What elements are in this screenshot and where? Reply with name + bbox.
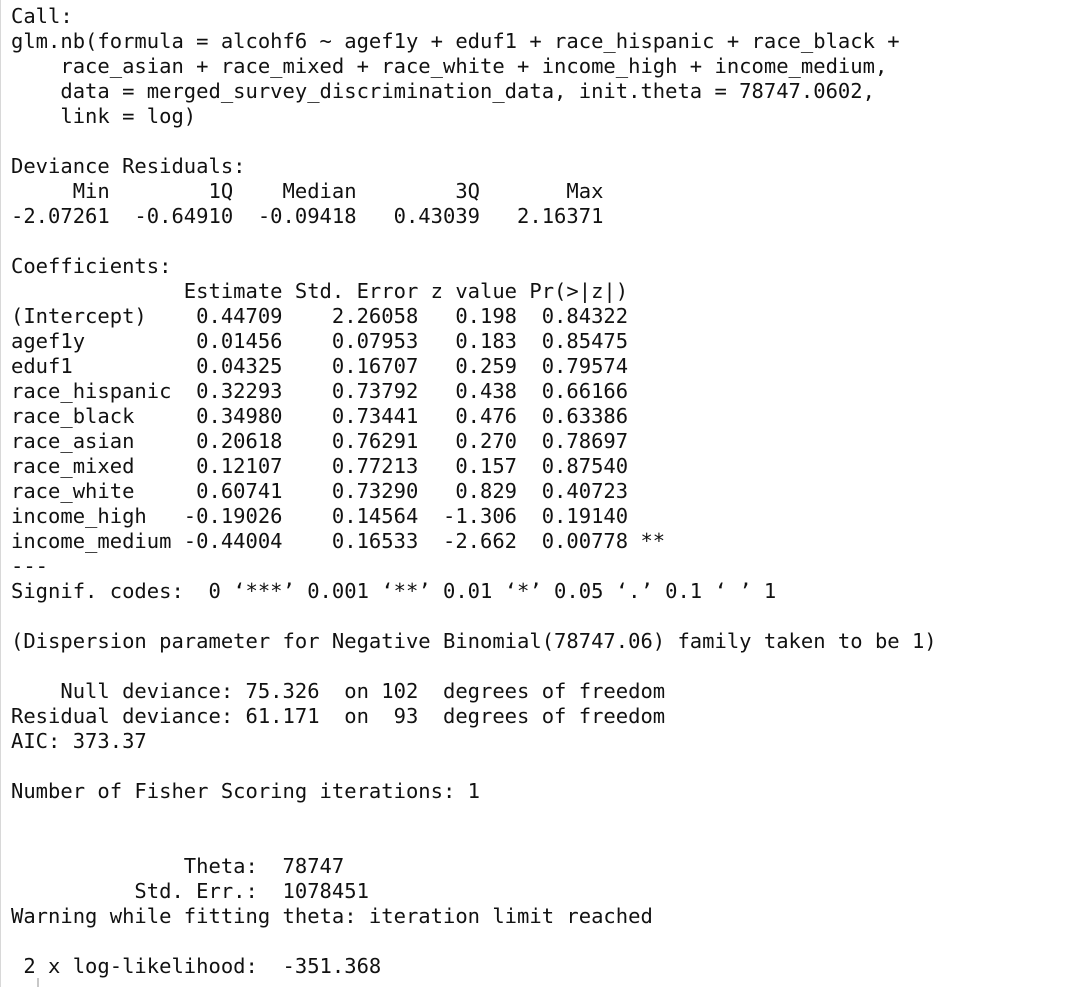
console-line: income_medium -0.44004 0.16533 -2.662 0.… — [11, 529, 666, 553]
console-line: (Dispersion parameter for Negative Binom… — [11, 629, 937, 653]
console-line: agef1y 0.01456 0.07953 0.183 0.85475 — [11, 329, 666, 353]
console-line: data = merged_survey_discrimination_data… — [11, 79, 888, 103]
console-line: race_white 0.60741 0.73290 0.829 0.40723 — [11, 479, 666, 503]
console-line: Call: — [11, 4, 73, 28]
console-line: 2 x log-likelihood: -351.368 — [11, 954, 394, 978]
console-line: Warning while fitting theta: iteration l… — [11, 904, 666, 928]
console-line: Residual deviance: 61.171 on 93 degrees … — [11, 704, 666, 728]
console-line: glm.nb(formula = alcohf6 ~ agef1y + eduf… — [11, 29, 912, 53]
console-line: AIC: 373.37 — [11, 729, 147, 753]
console-line: Coefficients: — [11, 254, 172, 278]
console-line: --- — [11, 554, 49, 578]
console-line: -2.07261 -0.64910 -0.09418 0.43039 2.163… — [11, 204, 629, 228]
console-text: Call: glm.nb(formula = alcohf6 ~ agef1y +… — [11, 4, 937, 979]
console-line: race_black 0.34980 0.73441 0.476 0.63386 — [11, 404, 666, 428]
r-console-output[interactable]: Call: glm.nb(formula = alcohf6 ~ agef1y +… — [0, 0, 1066, 987]
console-line: race_asian 0.20618 0.76291 0.270 0.78697 — [11, 429, 666, 453]
console-line: link = log) — [11, 104, 197, 128]
console-line: race_asian + race_mixed + race_white + i… — [11, 54, 900, 78]
console-line: race_mixed 0.12107 0.77213 0.157 0.87540 — [11, 454, 666, 478]
console-line: Number of Fisher Scoring iterations: 1 — [11, 779, 480, 803]
console-line: Std. Err.: 1078451 — [11, 879, 382, 903]
console-line: income_high -0.19026 0.14564 -1.306 0.19… — [11, 504, 666, 528]
console-line: eduf1 0.04325 0.16707 0.259 0.79574 — [11, 354, 666, 378]
console-line: Estimate Std. Error z value Pr(>|z|) — [11, 279, 666, 303]
console-line: Theta: 78747 — [11, 854, 357, 878]
console-line: Min 1Q Median 3Q Max — [11, 179, 629, 203]
console-line: Null deviance: 75.326 on 102 degrees of … — [11, 679, 666, 703]
console-line: Deviance Residuals: — [11, 154, 258, 178]
console-line: Signif. codes: 0 ‘***’ 0.001 ‘**’ 0.01 ‘… — [11, 579, 777, 603]
console-line: (Intercept) 0.44709 2.26058 0.198 0.8432… — [11, 304, 666, 328]
text-cursor — [37, 978, 39, 987]
console-line: race_hispanic 0.32293 0.73792 0.438 0.66… — [11, 379, 666, 403]
